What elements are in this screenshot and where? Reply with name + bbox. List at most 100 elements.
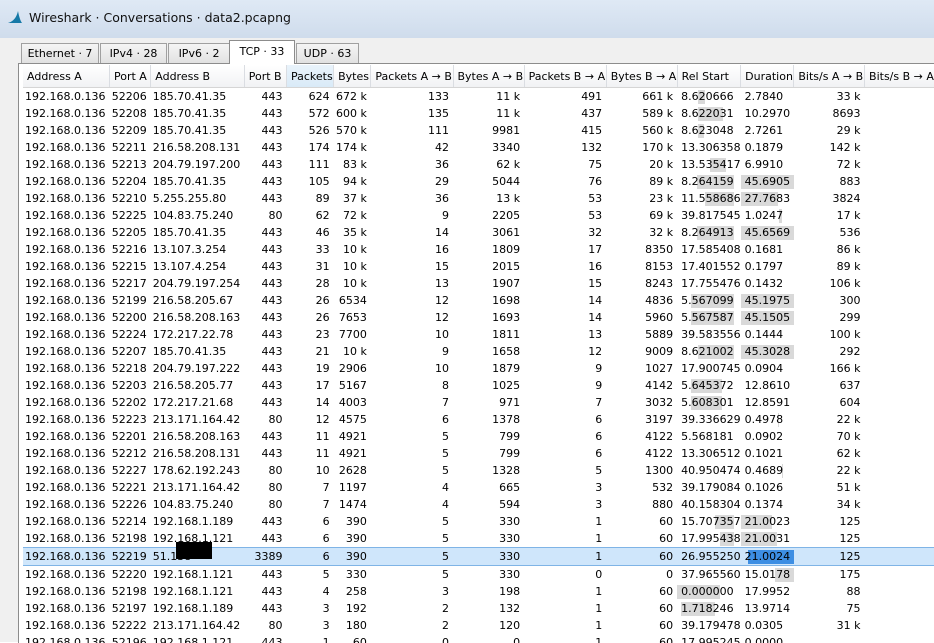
cell-address-a: 192.168.0.136 xyxy=(23,617,109,634)
table-row[interactable]: 192.168.0.13652198192.168.1.121443425831… xyxy=(23,583,934,600)
table-row[interactable]: 192.168.0.13652208185.70.41.35443572600 … xyxy=(23,105,934,122)
column-header-bits-s-a-b[interactable]: Bits/s A → B xyxy=(794,65,865,88)
cell-bytes-b-a: 3032 xyxy=(606,394,677,411)
cell-rel-start: 39.179478 xyxy=(677,617,741,634)
cell-bits-s-a-b: 75 xyxy=(794,600,865,617)
cell-address-b: 185.70.41.35 xyxy=(151,173,244,190)
table-row[interactable]: 192.168.0.13652200216.58.208.16344326765… xyxy=(23,309,934,326)
cell-port-a: 52199 xyxy=(109,292,150,309)
cell-value: 8.621002 xyxy=(677,343,741,360)
cell-rel-start: 13.306358 xyxy=(677,139,741,156)
column-header-bytes-a-b[interactable]: Bytes A → B xyxy=(453,65,524,88)
table-row[interactable]: 192.168.0.13652201216.58.208.16344311492… xyxy=(23,428,934,445)
cell-address-a: 192.168.0.136 xyxy=(23,394,109,411)
cell-bits-s-b-a xyxy=(865,275,934,292)
cell-packets: 6 xyxy=(286,530,333,548)
column-header-bits-s-b-a[interactable]: Bits/s B → A xyxy=(865,65,934,88)
table-row[interactable]: 192.168.0.13652205185.70.41.354434635 k1… xyxy=(23,224,934,241)
table-row[interactable]: 192.168.0.1365221951.1383389639053301602… xyxy=(23,548,934,566)
column-header-port-a[interactable]: Port A xyxy=(109,65,150,88)
tab-udp[interactable]: UDP · 63 xyxy=(296,43,359,63)
cell-packets: 6 xyxy=(286,548,333,566)
table-row[interactable]: 192.168.0.1365221513.107.4.2544433110 k1… xyxy=(23,258,934,275)
table-row[interactable]: 192.168.0.13652209185.70.41.35443526570 … xyxy=(23,122,934,139)
cell-port-b: 443 xyxy=(244,190,286,207)
column-header-packets[interactable]: Packets xyxy=(286,65,333,88)
table-row[interactable]: 192.168.0.13652197192.168.1.189443319221… xyxy=(23,600,934,617)
cell-value: 37.965560 xyxy=(677,566,741,583)
table-row[interactable]: 192.168.0.13652222213.171.164.4280318021… xyxy=(23,617,934,634)
tab-ipv4[interactable]: IPv4 · 28 xyxy=(100,43,167,63)
cell-packets-b-a: 3 xyxy=(524,479,606,496)
table-row[interactable]: 192.168.0.13652202172.217.21.68443144003… xyxy=(23,394,934,411)
cell-packets-b-a: 5 xyxy=(524,462,606,479)
cell-bits-s-a-b: 125 xyxy=(794,530,865,548)
table-row[interactable]: 192.168.0.13652224172.217.22.78443237700… xyxy=(23,326,934,343)
cell-packets-a-b: 5 xyxy=(371,548,453,566)
cell-address-a: 192.168.0.136 xyxy=(23,122,109,139)
table-row[interactable]: 192.168.0.13652203216.58.205.77443175167… xyxy=(23,377,934,394)
column-header-packets-a-b[interactable]: Packets A → B xyxy=(371,65,453,88)
cell-bytes-a-b: 330 xyxy=(453,513,524,530)
column-header-address-b[interactable]: Address B xyxy=(151,65,244,88)
cell-packets-a-b: 5 xyxy=(371,445,453,462)
cell-address-a: 192.168.0.136 xyxy=(23,428,109,445)
cell-packets: 23 xyxy=(286,326,333,343)
cell-packets: 572 xyxy=(286,105,333,122)
table-row[interactable]: 192.168.0.13652226104.83.75.240807147445… xyxy=(23,496,934,513)
tab-ipv6[interactable]: IPv6 · 2 xyxy=(168,43,230,63)
cell-packets-a-b: 29 xyxy=(371,173,453,190)
cell-rel-start: 17.401552 xyxy=(677,258,741,275)
cell-port-a: 52223 xyxy=(109,411,150,428)
cell-address-b: 216.58.208.131 xyxy=(151,445,244,462)
column-header-bytes-b-a[interactable]: Bytes B → A xyxy=(606,65,677,88)
column-header-duration[interactable]: Duration xyxy=(741,65,794,88)
table-row[interactable]: 192.168.0.13652199216.58.205.67443266534… xyxy=(23,292,934,309)
cell-bits-s-a-b: 637 xyxy=(794,377,865,394)
cell-address-a: 192.168.0.136 xyxy=(23,258,109,275)
cell-packets-a-b: 2 xyxy=(371,617,453,634)
cell-duration: 0.4689 xyxy=(741,462,794,479)
cell-duration: 0.1444 xyxy=(741,326,794,343)
tab-tcp[interactable]: TCP · 33 xyxy=(229,40,295,64)
column-header-bytes[interactable]: Bytes xyxy=(334,65,371,88)
table-row[interactable]: 192.168.0.13652198192.168.1.121443639053… xyxy=(23,530,934,548)
column-header-port-b[interactable]: Port B xyxy=(244,65,286,88)
cell-bytes-a-b: 330 xyxy=(453,530,524,548)
table-row[interactable]: 192.168.0.13652204185.70.41.3544310594 k… xyxy=(23,173,934,190)
table-row[interactable]: 192.168.0.13652221213.171.164.4280711974… xyxy=(23,479,934,496)
table-row[interactable]: 192.168.0.1365221613.107.3.2544433310 k1… xyxy=(23,241,934,258)
cell-value: 0.1432 xyxy=(741,275,794,292)
column-header-packets-b-a[interactable]: Packets B → A xyxy=(524,65,606,88)
tab-ethernet[interactable]: Ethernet · 7 xyxy=(21,43,99,63)
cell-port-a: 52201 xyxy=(109,428,150,445)
cell-rel-start: 15.707357 xyxy=(677,513,741,530)
cell-value: 8.622031 xyxy=(677,105,741,122)
cell-duration: 21.0024 xyxy=(741,548,794,566)
table-row[interactable]: 192.168.0.13652225104.83.75.240806272 k9… xyxy=(23,207,934,224)
cell-value: 5.608301 xyxy=(677,394,741,411)
table-row[interactable]: 192.168.0.13652207185.70.41.354432110 k9… xyxy=(23,343,934,360)
column-header-rel-start[interactable]: Rel Start xyxy=(677,65,741,88)
cell-bytes-a-b: 665 xyxy=(453,479,524,496)
table-row[interactable]: 192.168.0.13652223213.171.164.4280124575… xyxy=(23,411,934,428)
table-row[interactable]: 192.168.0.13652213204.79.197.20044311183… xyxy=(23,156,934,173)
column-header-address-a[interactable]: Address A xyxy=(23,65,109,88)
table-row[interactable]: 192.168.0.13652227178.62.192.24380102628… xyxy=(23,462,934,479)
cell-rel-start: 5.567587 xyxy=(677,309,741,326)
cell-port-b: 443 xyxy=(244,360,286,377)
table-row[interactable]: 192.168.0.13652214192.168.1.189443639053… xyxy=(23,513,934,530)
table-row[interactable]: 192.168.0.136522105.255.255.804438937 k3… xyxy=(23,190,934,207)
table-row[interactable]: 192.168.0.13652220192.168.1.121443533053… xyxy=(23,566,934,584)
table-row[interactable]: 192.168.0.13652211216.58.208.13144317417… xyxy=(23,139,934,156)
cell-value: 6.9910 xyxy=(741,156,794,173)
cell-duration: 45.6569 xyxy=(741,224,794,241)
table-row[interactable]: 192.168.0.13652218204.79.197.22244319290… xyxy=(23,360,934,377)
cell-bytes: 7700 xyxy=(334,326,371,343)
cell-packets: 26 xyxy=(286,292,333,309)
table-row[interactable]: 192.168.0.13652212216.58.208.13144311492… xyxy=(23,445,934,462)
table-row[interactable]: 192.168.0.13652217204.79.197.2544432810 … xyxy=(23,275,934,292)
cell-address-b: 216.58.208.163 xyxy=(151,309,244,326)
table-row[interactable]: 192.168.0.13652206185.70.41.35443624672 … xyxy=(23,88,934,106)
cell-packets-b-a: 3 xyxy=(524,496,606,513)
